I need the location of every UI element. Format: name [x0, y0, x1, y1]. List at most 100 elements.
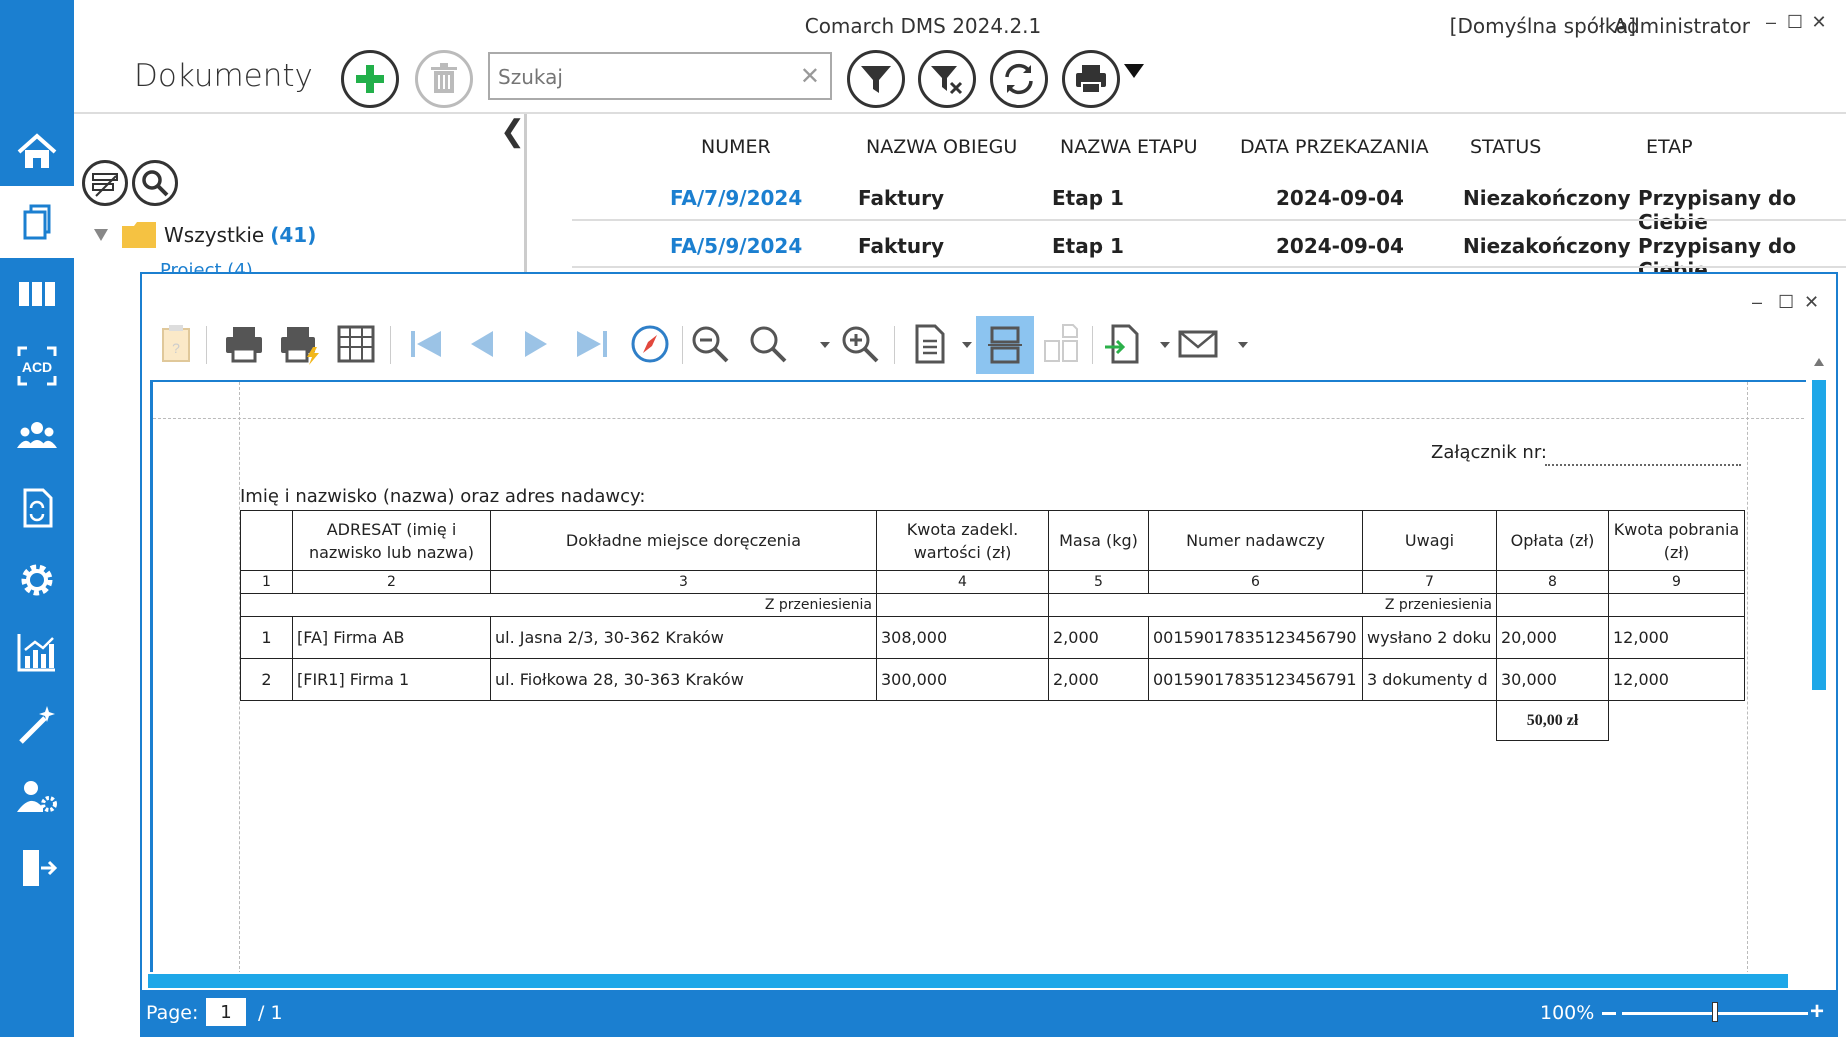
report-cell: 300,000 [876, 658, 1049, 701]
page-view-dropdown-icon[interactable] [962, 342, 972, 348]
folder-icon [122, 222, 156, 248]
zoom-out-icon[interactable] [1602, 1012, 1616, 1015]
tree-expand-icon[interactable] [94, 229, 108, 241]
sidebar-item-users[interactable] [0, 400, 74, 472]
row-2-status[interactable]: Niezakończony [1463, 234, 1631, 258]
column-header-etap[interactable]: ETAP [1646, 136, 1693, 158]
row-1-numer[interactable]: FA/7/9/2024 [670, 186, 802, 210]
sidebar-item-home[interactable] [0, 116, 74, 188]
first-page-button[interactable] [404, 322, 448, 366]
add-button[interactable] [341, 50, 399, 108]
email-dropdown-icon[interactable] [1238, 342, 1248, 348]
vertical-scrollbar-thumb[interactable] [1812, 380, 1826, 690]
preview-close-button[interactable]: ✕ [1804, 292, 1819, 313]
report-cell: [FIR1] Firma 1 [292, 658, 491, 701]
print-preview-window: – ☐ ✕ ? Załącznik nr: Imię i nazwisko (n… [140, 272, 1838, 1037]
panel-splitter[interactable] [524, 114, 527, 274]
print-dropdown-icon[interactable] [1124, 64, 1144, 78]
report-index: 5 [1048, 570, 1149, 594]
grid-icon [337, 325, 375, 363]
delete-button[interactable] [415, 50, 473, 108]
minimize-button[interactable]: – [1760, 12, 1782, 33]
row-2-numer[interactable]: FA/5/9/2024 [670, 234, 802, 258]
page-width-button[interactable] [976, 316, 1034, 374]
zoom-in-button[interactable] [838, 322, 882, 366]
row-2-obieg[interactable]: Faktury [858, 234, 944, 258]
zoom-in-icon[interactable]: + [1810, 998, 1824, 1026]
refresh-button[interactable] [990, 50, 1048, 108]
print-button[interactable] [1062, 50, 1120, 108]
navigation-button[interactable] [628, 322, 672, 366]
sidebar-item-documents[interactable] [0, 186, 74, 258]
multi-page-button[interactable] [1040, 322, 1084, 366]
row-1-etap-nazwa[interactable]: Etap 1 [1052, 186, 1124, 210]
send-email-button[interactable] [1176, 322, 1220, 366]
column-header-numer[interactable]: NUMER [701, 136, 771, 158]
horizontal-scrollbar[interactable] [148, 974, 1788, 988]
row-1-status[interactable]: Niezakończony [1463, 186, 1631, 210]
sidebar-item-settings[interactable] [0, 544, 74, 616]
user-name[interactable]: Administrator [1614, 14, 1750, 38]
page-number-input[interactable] [206, 998, 246, 1026]
preview-maximize-button[interactable]: ☐ [1778, 292, 1794, 313]
previous-page-button[interactable] [460, 322, 504, 366]
sidebar-item-repository[interactable] [0, 258, 74, 330]
column-header-nazwa-etapu[interactable]: NAZWA ETAPU [1060, 136, 1198, 158]
clipboard-button[interactable]: ? [154, 322, 198, 366]
filter-button[interactable] [847, 50, 905, 108]
column-header-status[interactable]: STATUS [1470, 136, 1541, 158]
export-dropdown-icon[interactable] [1160, 342, 1170, 348]
row-1-etap[interactable]: Przypisany do Ciebie [1638, 186, 1846, 234]
search-input[interactable] [498, 64, 798, 90]
maximize-button[interactable]: ☐ [1784, 12, 1806, 33]
sidebar-item-admin[interactable] [0, 760, 74, 832]
row-1-data[interactable]: 2024-09-04 [1276, 186, 1404, 210]
tree-settings-button[interactable] [82, 160, 128, 206]
margin-guide [153, 418, 1806, 419]
tree-search-button[interactable] [132, 160, 178, 206]
zoom-out-button[interactable] [688, 322, 732, 366]
filter-icon [861, 66, 891, 93]
page-setup-button[interactable] [334, 322, 378, 366]
row-1-obieg[interactable]: Faktury [858, 186, 944, 210]
close-button[interactable]: ✕ [1808, 12, 1830, 33]
scroll-up-icon[interactable] [1814, 358, 1824, 366]
zoom-button[interactable] [746, 322, 790, 366]
sender-label: Imię i nazwisko (nazwa) oraz adres nadaw… [240, 486, 646, 507]
collapse-panel-button[interactable]: ❮ [500, 114, 525, 149]
column-header-data-przekazania[interactable]: DATA PRZEKAZANIA [1240, 136, 1429, 158]
sidebar-item-wizard[interactable] [0, 688, 74, 760]
toolbar-separator [682, 326, 683, 364]
tree-node-all[interactable]: Wszystkie (41) [94, 222, 316, 248]
sidebar-item-logout[interactable] [0, 832, 74, 904]
row-2-etap-nazwa[interactable]: Etap 1 [1052, 234, 1124, 258]
report-header-oplata: Opłata (zł) [1496, 510, 1609, 571]
report-cell: 308,000 [876, 616, 1049, 659]
preview-minimize-button[interactable]: – [1752, 292, 1762, 313]
envelope-icon [1178, 330, 1218, 358]
report-index: 9 [1608, 570, 1745, 594]
next-page-button[interactable] [514, 322, 558, 366]
clear-filter-icon [931, 66, 963, 95]
company-name[interactable]: [Domyślna spółka] [1450, 14, 1636, 38]
report-page: Załącznik nr: Imię i nazwisko (nazwa) or… [150, 380, 1806, 972]
sidebar-item-workflow[interactable] [0, 472, 74, 544]
quick-print-button[interactable] [278, 322, 322, 366]
single-page-button[interactable] [908, 322, 952, 366]
clear-filter-button[interactable] [918, 50, 976, 108]
sidebar-item-reports[interactable] [0, 616, 74, 688]
vertical-scrollbar[interactable] [1812, 380, 1826, 970]
sidebar-item-acd[interactable]: ACD [0, 330, 74, 402]
zoom-dropdown-icon[interactable] [820, 342, 830, 348]
last-page-button[interactable] [570, 322, 614, 366]
search-clear-icon[interactable]: ✕ [800, 62, 820, 91]
page-width-icon [988, 326, 1022, 364]
zoom-slider-thumb[interactable] [1712, 1002, 1718, 1022]
export-button[interactable] [1102, 322, 1146, 366]
report-index: 2 [292, 570, 491, 594]
edit-tree-icon [92, 173, 118, 197]
print-report-button[interactable] [222, 322, 266, 366]
column-header-nazwa-obiegu[interactable]: NAZWA OBIEGU [866, 136, 1017, 158]
report-header-pobranie: Kwota pobrania (zł) [1608, 510, 1745, 571]
row-2-data[interactable]: 2024-09-04 [1276, 234, 1404, 258]
